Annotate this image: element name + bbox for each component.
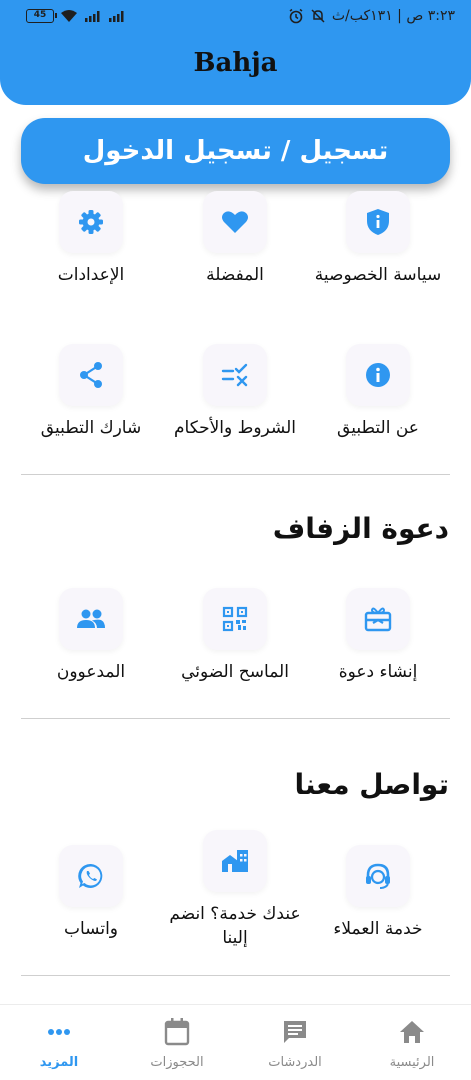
menu-item-settings[interactable]: الإعدادات <box>16 191 166 287</box>
whatsapp-tile[interactable] <box>59 845 123 907</box>
signal-icon <box>85 11 100 22</box>
wedding-section-title: دعوة الزفاف <box>272 512 449 545</box>
nav-chats[interactable]: الدردشات <box>236 1015 354 1070</box>
info-icon <box>366 363 390 387</box>
menu-item-label: الإعدادات <box>57 265 125 285</box>
favorites-tile[interactable] <box>203 191 267 253</box>
people-icon <box>77 609 105 628</box>
wifi-icon <box>61 10 77 22</box>
customer-service-tile[interactable] <box>346 845 410 907</box>
menu-item-label: المدعوون <box>56 662 126 682</box>
heart-icon <box>222 211 248 233</box>
headset-icon <box>366 863 390 889</box>
login-register-button[interactable]: تسجيل / تسجيل الدخول <box>21 118 450 184</box>
gear-icon <box>79 210 103 234</box>
menu-item-label: سياسة الخصوصية <box>314 265 442 285</box>
divider <box>21 718 450 719</box>
gift-card-icon <box>364 607 392 632</box>
contact-item-customer-service[interactable]: خدمة العملاء <box>303 845 453 941</box>
contact-item-join-us[interactable]: عندك خدمة؟ انضم إلينا <box>160 830 310 950</box>
signal-icon-2 <box>109 11 124 22</box>
chat-icon <box>284 1021 306 1043</box>
about-tile[interactable] <box>346 344 410 406</box>
mute-bell-icon <box>311 9 325 23</box>
wedding-item-invitees[interactable]: المدعوون <box>16 588 166 684</box>
menu-item-label: الشروط والأحكام <box>173 418 296 438</box>
whatsapp-icon <box>78 863 103 888</box>
menu-item-label: عندك خدمة؟ انضم إلينا <box>169 904 301 948</box>
menu-item-label: الماسح الضوئي <box>181 662 289 682</box>
wedding-item-scanner[interactable]: الماسح الضوئي <box>160 588 310 684</box>
wedding-item-create-invite[interactable]: إنشاء دعوة <box>303 588 453 684</box>
nav-more[interactable]: المزيد <box>0 1015 118 1070</box>
terms-tile[interactable] <box>203 344 267 406</box>
home-icon <box>400 1021 424 1043</box>
nav-bookings[interactable]: الحجوزات <box>118 1015 236 1070</box>
scanner-tile[interactable] <box>203 588 267 650</box>
privacy-tile[interactable] <box>346 191 410 253</box>
contact-item-whatsapp[interactable]: واتساب <box>16 845 166 941</box>
calendar-icon <box>164 1018 190 1046</box>
menu-item-label: المفضلة <box>206 265 264 285</box>
menu-item-label: شارك التطبيق <box>40 418 142 438</box>
nav-more-label: المزيد <box>39 1055 79 1070</box>
menu-item-label: واتساب <box>63 919 118 939</box>
divider <box>21 474 450 475</box>
share-tile[interactable] <box>59 344 123 406</box>
app-title: Bahja <box>193 48 278 78</box>
terms-icon <box>221 363 248 387</box>
nav-home-label: الرئيسية <box>389 1055 435 1070</box>
status-bar: 45 ٣:٢٣ ص | ١٣١كب/ث <box>0 0 471 36</box>
nav-home[interactable]: الرئيسية <box>353 1015 471 1070</box>
shield-info-icon <box>367 209 389 235</box>
menu-item-label: عن التطبيق <box>337 418 419 438</box>
contact-section-title: تواصل معنا <box>294 768 449 801</box>
invitees-tile[interactable] <box>59 588 123 650</box>
menu-item-about[interactable]: عن التطبيق <box>303 344 453 440</box>
status-time: ٣:٢٣ ص | ١٣١كب/ث <box>331 8 455 24</box>
divider <box>21 975 450 976</box>
menu-item-label: إنشاء دعوة <box>338 662 418 682</box>
join-us-tile[interactable] <box>203 830 267 892</box>
more-icon <box>48 1029 70 1035</box>
status-bar-left: 45 <box>26 9 126 23</box>
nav-chats-label: الدردشات <box>268 1055 322 1070</box>
create-invite-tile[interactable] <box>346 588 410 650</box>
store-icon <box>222 850 248 872</box>
menu-item-terms[interactable]: الشروط والأحكام <box>160 344 310 440</box>
menu-item-share[interactable]: شارك التطبيق <box>16 344 166 440</box>
nav-bookings-label: الحجوزات <box>150 1055 204 1070</box>
battery-icon: 45 <box>26 9 57 23</box>
menu-item-label: خدمة العملاء <box>333 919 423 939</box>
menu-item-favorites[interactable]: المفضلة <box>160 191 310 287</box>
bottom-nav: الرئيسية الدردشات الحجوزات المزيد <box>0 1004 471 1080</box>
alarm-icon <box>289 8 303 24</box>
share-icon <box>80 362 102 388</box>
qr-code-icon <box>222 606 248 632</box>
app-header: 45 ٣:٢٣ ص | ١٣١كب/ث Bahja <box>0 0 471 105</box>
status-bar-right: ٣:٢٣ ص | ١٣١كب/ث <box>288 8 455 24</box>
settings-tile[interactable] <box>59 191 123 253</box>
menu-item-privacy[interactable]: سياسة الخصوصية <box>303 191 453 287</box>
